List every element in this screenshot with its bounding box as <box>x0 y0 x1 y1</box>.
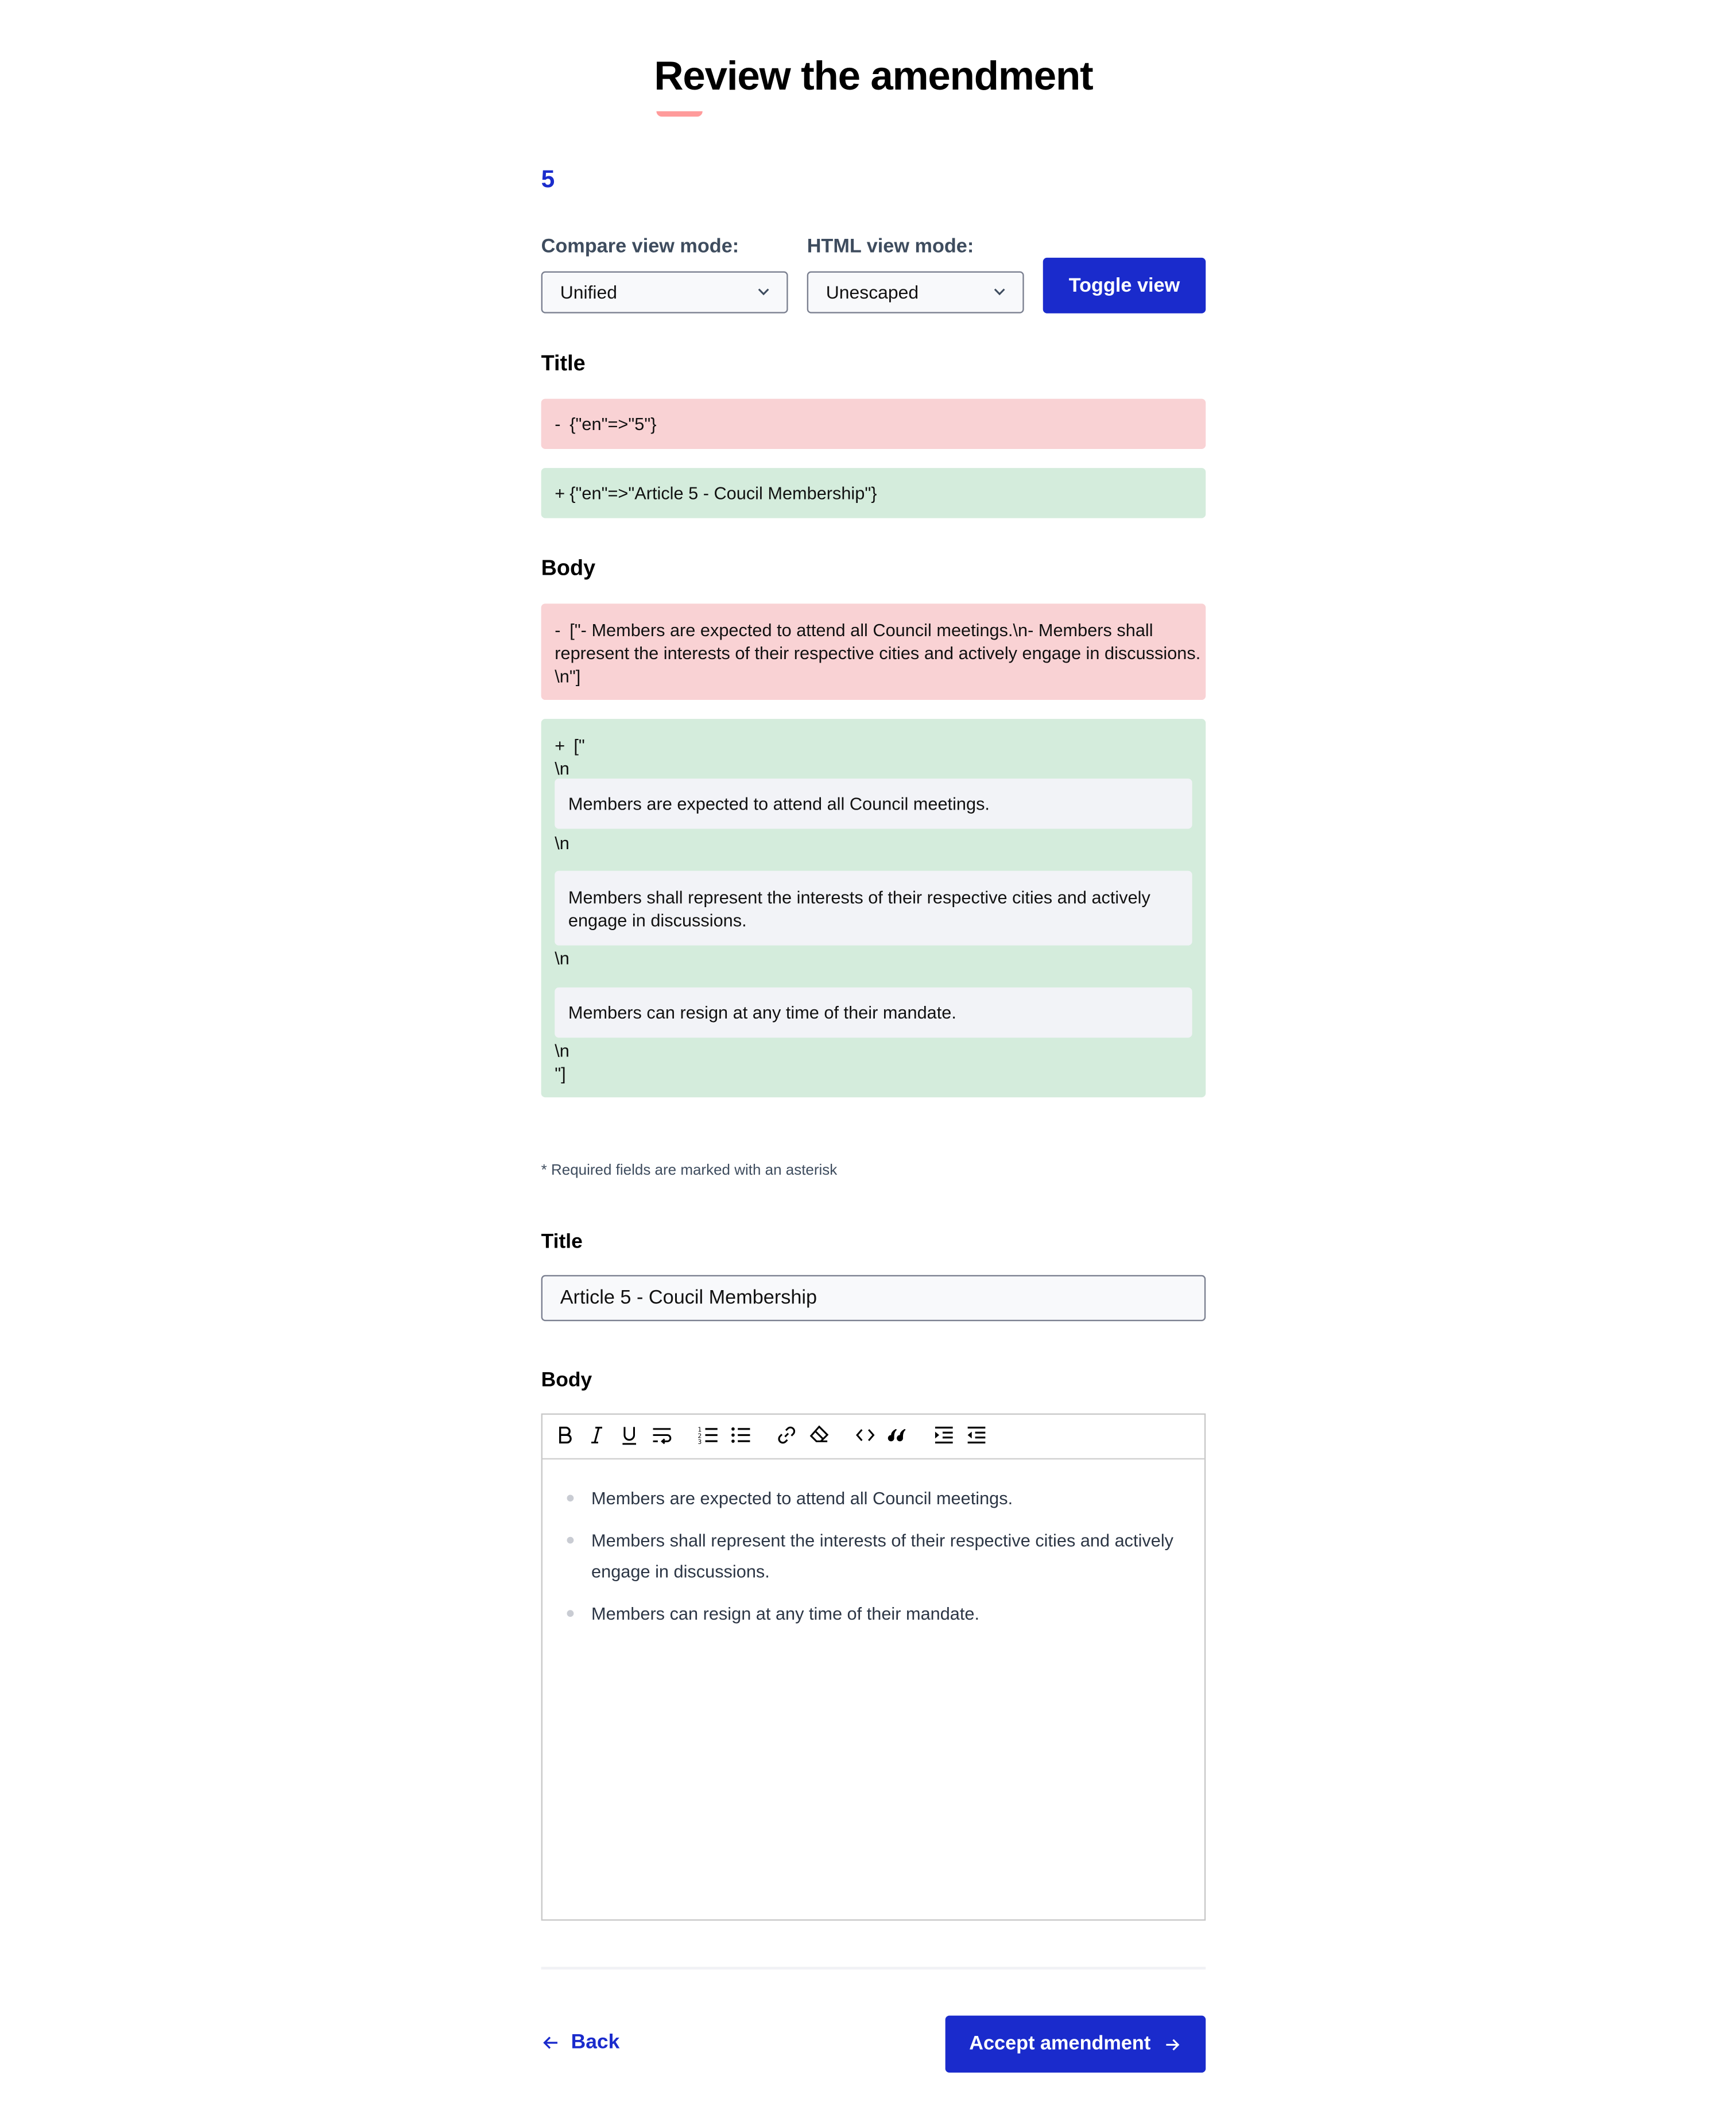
deleted-body-line: \n"] <box>555 665 581 687</box>
underline-icon <box>622 1427 637 1445</box>
indent-button[interactable] <box>932 1423 956 1447</box>
inserted-sign: + <box>555 483 565 504</box>
hard-break-button[interactable] <box>650 1423 675 1447</box>
italic-icon <box>591 1426 602 1444</box>
title-underline-decoration <box>656 111 703 117</box>
eraser-icon <box>809 1425 829 1442</box>
deleted-title-text: {"en"=>"5"} <box>569 413 657 434</box>
editor-list-item: Members shall represent the interests of… <box>567 1524 1177 1588</box>
newline-marker: \n <box>555 758 569 779</box>
editor-list-item-text: Members shall represent the interests of… <box>591 1529 1174 1582</box>
diff-title-heading: Title <box>541 353 586 376</box>
compare-view-mode-select[interactable]: Unified <box>541 271 788 313</box>
newline-marker: \n <box>555 833 569 854</box>
deleted-body-line: ["- Members are expected to attend all C… <box>569 620 1153 641</box>
outdent-button[interactable] <box>964 1423 989 1447</box>
inserted-close-bracket: "] <box>555 1063 566 1084</box>
inserted-sign: + <box>555 735 565 756</box>
diff-title-inserted: + {"en"=>"Article 5 - Coucil Membership"… <box>541 468 1206 518</box>
diff-body-inserted: + [" \n Members are expected to attend a… <box>541 719 1206 1098</box>
page: Review the amendment 5 Compare view mode… <box>0 0 1736 2113</box>
hard-break-icon <box>653 1428 672 1445</box>
html-view-mode-value: Unescaped <box>826 282 919 303</box>
bullet-icon <box>567 1536 574 1543</box>
inserted-title-text: {"en"=>"Article 5 - Coucil Membership"} <box>569 483 877 504</box>
quote-icon <box>888 1428 906 1442</box>
back-link[interactable]: Back <box>541 2030 620 2054</box>
body-field-label: Body <box>541 1368 592 1392</box>
editor-list-item: Members are expected to attend all Counc… <box>567 1482 1177 1515</box>
deleted-body-line: represent the interests of their respect… <box>555 642 1201 664</box>
page-title: Review the amendment <box>654 54 1093 99</box>
bold-icon <box>559 1426 572 1444</box>
chevron-down-icon <box>994 288 1005 296</box>
indent-icon <box>935 1426 953 1444</box>
title-field-label: Title <box>541 1230 583 1253</box>
compare-view-mode-label: Compare view mode: <box>541 236 739 258</box>
editor-list-item: Members can resign at any time of their … <box>567 1597 1177 1629</box>
inserted-paragraph: Members can resign at any time of their … <box>555 987 1192 1038</box>
code-button[interactable] <box>853 1423 878 1447</box>
editor-list-item-text: Members can resign at any time of their … <box>591 1602 980 1623</box>
compare-view-mode-value: Unified <box>560 282 618 303</box>
toggle-view-button[interactable]: Toggle view <box>1043 257 1206 313</box>
diff-title-deleted: - {"en"=>"5"} <box>541 398 1206 449</box>
link-icon <box>778 1426 796 1444</box>
accept-amendment-label: Accept amendment <box>969 2033 1151 2055</box>
ordered-list-icon: 123 <box>698 1426 718 1446</box>
blockquote-button[interactable] <box>886 1423 910 1447</box>
diff-body-heading: Body <box>541 557 596 581</box>
svg-text:3: 3 <box>698 1438 702 1446</box>
deleted-sign: - <box>555 620 561 641</box>
ordered-list-button[interactable]: 123 <box>696 1423 720 1447</box>
clear-formatting-button[interactable] <box>807 1423 832 1447</box>
rich-text-editor[interactable]: 123 Members are expected to attend all C… <box>541 1413 1206 1921</box>
editor-list-item-text: Members are expected to attend all Counc… <box>591 1488 1013 1509</box>
amendment-number: 5 <box>541 165 555 193</box>
bullet-list-button[interactable] <box>728 1423 753 1447</box>
newline-marker: \n <box>555 948 569 969</box>
back-label: Back <box>571 2030 620 2054</box>
bullet-icon <box>567 1609 574 1616</box>
diff-body-deleted: - ["- Members are expected to attend all… <box>541 603 1206 700</box>
bullet-list-icon <box>731 1427 750 1443</box>
arrow-left-icon <box>543 2036 557 2049</box>
title-input[interactable]: Article 5 - Coucil Membership <box>541 1275 1206 1322</box>
required-fields-note: * Required fields are marked with an ast… <box>541 1162 838 1179</box>
html-view-mode-select[interactable]: Unescaped <box>807 271 1024 313</box>
newline-marker: \n <box>555 1040 569 1061</box>
bullet-icon <box>567 1494 574 1502</box>
link-button[interactable] <box>774 1423 799 1447</box>
underline-button[interactable] <box>617 1423 642 1447</box>
accept-amendment-button[interactable]: Accept amendment <box>945 2015 1206 2073</box>
editor-content[interactable]: Members are expected to attend all Counc… <box>567 1482 1177 1639</box>
italic-button[interactable] <box>584 1423 609 1447</box>
inserted-paragraph: Members are expected to attend all Counc… <box>555 779 1192 829</box>
arrow-right-icon <box>1167 2038 1180 2050</box>
chevron-down-icon <box>758 288 769 296</box>
title-input-value: Article 5 - Coucil Membership <box>560 1287 817 1309</box>
inserted-paragraph: Members shall represent the interests of… <box>555 870 1192 946</box>
footer-divider <box>541 1966 1206 1970</box>
inserted-open-bracket: [" <box>574 735 585 756</box>
bold-button[interactable] <box>553 1423 578 1447</box>
deleted-sign: - <box>555 413 561 434</box>
html-view-mode-label: HTML view mode: <box>807 236 974 258</box>
editor-toolbar: 123 <box>542 1415 1204 1460</box>
outdent-icon <box>967 1426 986 1444</box>
code-icon <box>856 1429 875 1441</box>
